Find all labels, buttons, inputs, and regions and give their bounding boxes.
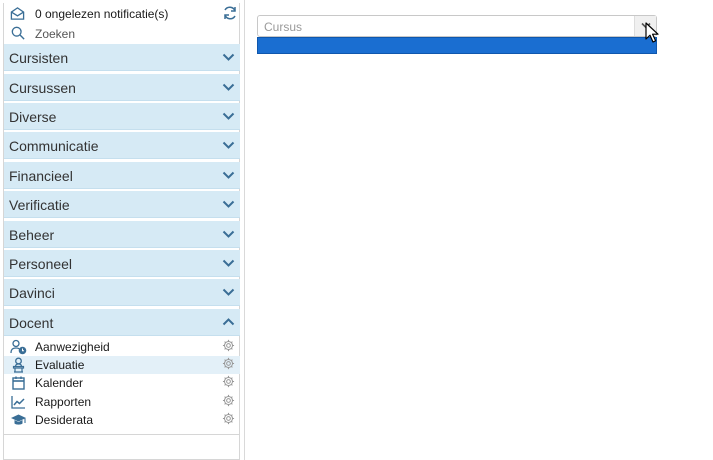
section-cursussen[interactable]: Cursussen [4,74,240,101]
chevron-down-icon [222,200,235,208]
chevron-up-icon [222,318,235,326]
content-divider [244,0,245,460]
gear-icon[interactable] [222,375,235,388]
sidebar-item-kalender[interactable]: Kalender [4,374,240,392]
section-label: Financieel [9,168,73,184]
section-cursisten[interactable]: Cursisten [4,44,240,71]
chart-line-icon [11,396,25,409]
chevron-down-icon [222,288,235,296]
sidebar-item-label: Desiderata [35,413,94,427]
course-select-placeholder: Cursus [264,20,303,34]
sidebar-divider [4,434,240,435]
section-label: Verificatie [9,197,70,213]
sidebar-item-label: Kalender [35,376,84,390]
section-verificatie[interactable]: Verificatie [4,191,240,218]
section-label: Personeel [9,256,73,272]
refresh-icon[interactable] [222,5,238,21]
section-label: Cursussen [9,80,76,96]
gear-icon[interactable] [222,394,235,407]
section-docent[interactable]: Docent [4,309,240,336]
search-row [4,24,241,44]
section-label: Diverse [9,109,57,125]
sidebar-item-label: Rapporten [35,395,92,409]
search-input[interactable] [35,26,225,42]
course-select[interactable]: Cursus [257,15,657,37]
section-label: Davinci [9,285,55,301]
chevron-down-icon [222,171,235,179]
notifications-row[interactable]: 0 ongelezen notificatie(s) [4,3,241,23]
chevron-down-icon [222,230,235,238]
mouse-cursor-icon [645,22,659,43]
course-dropdown-option[interactable] [257,37,657,54]
section-label: Beheer [9,227,55,243]
sidebar-item-evaluatie[interactable]: Evaluatie [4,356,240,374]
sidebar: 0 ongelezen notificatie(s) Cursisten Cur… [3,3,240,460]
gear-icon[interactable] [222,412,235,425]
chevron-down-icon [222,259,235,267]
sidebar-item-label: Evaluatie [35,358,85,372]
sidebar-item-aanwezigheid[interactable]: Aanwezigheid [4,338,240,356]
section-communicatie[interactable]: Communicatie [4,132,240,159]
section-beheer[interactable]: Beheer [4,221,240,248]
chevron-down-icon [222,53,235,61]
search-icon [11,26,25,40]
user-clock-icon [10,339,27,355]
chevron-down-icon [222,83,235,91]
section-diverse[interactable]: Diverse [4,103,240,130]
section-personeel[interactable]: Personeel [4,250,240,277]
section-financieel[interactable]: Financieel [4,162,240,189]
teacher-icon [12,357,25,373]
sidebar-item-desiderata[interactable]: Desiderata [4,411,240,429]
notifications-text: 0 ongelezen notificatie(s) [35,7,169,21]
sidebar-item-rapporten[interactable]: Rapporten [4,393,240,411]
section-label: Docent [9,315,54,331]
envelope-open-icon [10,7,25,20]
sidebar-item-label: Aanwezigheid [35,340,110,354]
chevron-down-icon [222,112,235,120]
calendar-icon [12,376,25,390]
graduation-cap-icon [11,414,26,425]
chevron-down-icon [222,141,235,149]
gear-icon[interactable] [222,339,235,352]
gear-icon[interactable] [222,357,235,370]
section-davinci[interactable]: Davinci [4,279,240,306]
section-label: Communicatie [9,138,99,154]
section-label: Cursisten [9,50,69,66]
